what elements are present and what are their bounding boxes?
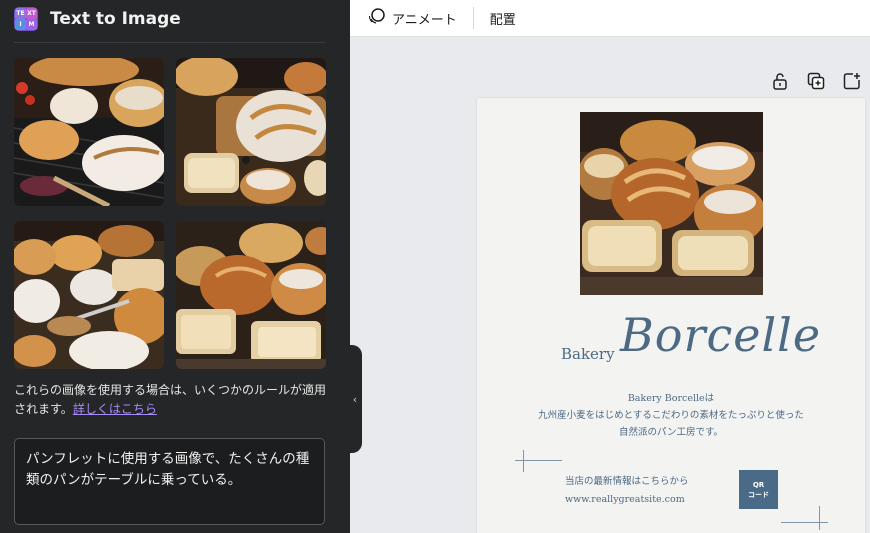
- panel-header: TE XT I M Text to Image: [14, 5, 181, 33]
- learn-more-link[interactable]: 詳しくはこちら: [73, 402, 157, 416]
- animate-button[interactable]: アニメート: [362, 0, 463, 36]
- page-actions: [768, 70, 864, 92]
- design-page[interactable]: Bakery Borcelle Bakery Borcelleは 九州産小麦をは…: [477, 98, 865, 533]
- animate-icon: [368, 7, 386, 29]
- chevron-left-icon: ‹: [352, 392, 358, 406]
- arrange-button[interactable]: 配置: [484, 0, 522, 36]
- design-photo[interactable]: [580, 112, 763, 295]
- decorative-line[interactable]: [523, 450, 525, 472]
- decorative-line[interactable]: [819, 506, 821, 530]
- description-line: Bakery Borcelleは: [627, 393, 715, 404]
- app-icon-cell: I: [15, 19, 26, 30]
- result-image-1[interactable]: [14, 58, 164, 206]
- qr-sublabel: コード: [748, 490, 769, 499]
- qr-code-placeholder[interactable]: QR コード: [739, 470, 778, 509]
- result-image-4[interactable]: [176, 221, 326, 369]
- app-icon-cell: XT: [26, 8, 37, 19]
- contact-info[interactable]: 当店の最新情報はこちらから www.reallygreatsite.com: [565, 473, 689, 509]
- duplicate-icon[interactable]: [804, 70, 828, 92]
- description-text[interactable]: Bakery Borcelleは 九州産小麦をはじめとするこだわりの素材をたっぷ…: [477, 390, 865, 441]
- toolbar-divider: [472, 7, 474, 29]
- text-to-image-panel: TE XT I M Text to Image これらの画像を使用する場合は、い…: [0, 0, 350, 533]
- app-icon-cell: M: [26, 19, 37, 30]
- result-image-3[interactable]: [14, 221, 164, 369]
- decorative-line[interactable]: [781, 522, 828, 524]
- qr-label: QR: [752, 480, 765, 489]
- app-icon-cell: TE: [15, 8, 26, 19]
- prompt-input[interactable]: パンフレットに使用する画像で、たくさんの種類のパンがテーブルに乗っている。: [14, 438, 325, 525]
- description-line: 自然派のパン工房です。: [618, 427, 724, 438]
- usage-notice: これらの画像を使用する場合は、いくつかのルールが適用されます。詳しくはこちら: [14, 381, 334, 419]
- bakery-label[interactable]: Bakery: [561, 345, 615, 363]
- description-line: 九州産小麦をはじめとするこだわりの素材をたっぷりと使った: [538, 410, 804, 421]
- panel-divider: [14, 42, 325, 43]
- lock-icon[interactable]: [768, 70, 792, 92]
- result-image-2[interactable]: [176, 58, 326, 206]
- arrange-label: 配置: [489, 12, 516, 28]
- website-url: www.reallygreatsite.com: [565, 494, 685, 505]
- info-line: 当店の最新情報はこちらから: [565, 476, 689, 487]
- top-toolbar: アニメート 配置: [350, 0, 870, 37]
- add-page-icon[interactable]: [840, 70, 864, 92]
- collapse-panel-button[interactable]: ‹: [348, 345, 362, 453]
- brand-name[interactable]: Borcelle: [620, 308, 821, 362]
- panel-title: Text to Image: [50, 9, 181, 29]
- text-to-image-app-icon: TE XT I M: [14, 7, 38, 31]
- usage-notice-text: これらの画像を使用する場合は、いくつかのルールが適用されます。: [14, 383, 327, 416]
- animate-label: アニメート: [392, 12, 457, 28]
